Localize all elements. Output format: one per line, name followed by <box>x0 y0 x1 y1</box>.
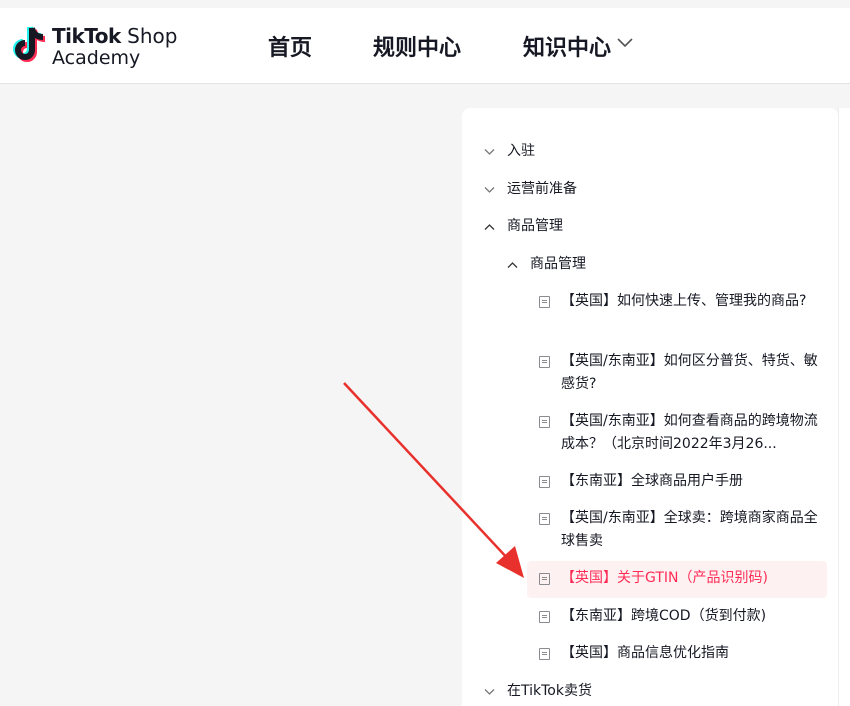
chevron-down-icon[interactable] <box>617 38 633 48</box>
sidebar-item-sell-on-tiktok[interactable]: 在TikTok卖货 <box>507 680 592 703</box>
article-link[interactable]: 【英国】商品信息优化指南 <box>561 642 819 665</box>
brand-rest: Shop <box>120 24 178 48</box>
chevron-down-icon[interactable] <box>484 148 495 156</box>
document-icon <box>539 611 550 623</box>
chevron-up-icon[interactable] <box>507 261 518 269</box>
sidebar-subitem-product-mgmt[interactable]: 商品管理 <box>530 253 586 276</box>
document-icon <box>539 476 550 488</box>
article-link[interactable]: 【英国/东南亚】如何查看商品的跨境物流成本？（北京时间2022年3月26... <box>561 410 819 456</box>
article-link[interactable]: 【英国/东南亚】如何区分普货、特货、敏感货? <box>561 350 819 396</box>
nav-knowledge-center[interactable]: 知识中心 <box>523 30 611 62</box>
sidebar-item-ruzhu[interactable]: 入驻 <box>507 140 535 163</box>
chevron-down-icon[interactable] <box>484 688 495 696</box>
article-link[interactable]: 【英国】如何快速上传、管理我的商品? <box>561 290 819 313</box>
tiktok-logo-icon[interactable] <box>10 24 48 68</box>
article-link[interactable]: 【东南亚】跨境COD（货到付款) <box>561 605 819 628</box>
sidebar-item-product-mgmt[interactable]: 商品管理 <box>507 215 563 238</box>
scroll-gutter <box>838 108 850 706</box>
header: TikTok Shop Academy 首页 规则中心 知识中心 <box>0 8 850 84</box>
document-icon <box>539 296 550 308</box>
brand-name[interactable]: TikTok Shop Academy <box>52 25 178 69</box>
document-icon <box>539 513 550 525</box>
chevron-down-icon[interactable] <box>484 186 495 194</box>
document-icon <box>539 573 550 585</box>
main-content-area <box>0 84 462 706</box>
document-icon <box>539 356 550 368</box>
article-link[interactable]: 【英国/东南亚】全球卖：跨境商家商品全球售卖 <box>561 507 819 553</box>
brand-academy: Academy <box>52 47 141 69</box>
article-link[interactable]: 【东南亚】全球商品用户手册 <box>561 470 819 493</box>
top-strip <box>0 0 850 8</box>
nav-rules-center[interactable]: 规则中心 <box>373 30 461 62</box>
document-icon <box>539 648 550 660</box>
nav-home[interactable]: 首页 <box>268 30 312 62</box>
chevron-up-icon[interactable] <box>484 223 495 231</box>
sidebar-item-prep[interactable]: 运营前准备 <box>507 178 577 201</box>
document-icon <box>539 416 550 428</box>
article-link-active[interactable]: 【英国】关于GTIN（产品识别码) <box>561 567 819 590</box>
brand-bold: TikTok <box>52 24 121 48</box>
